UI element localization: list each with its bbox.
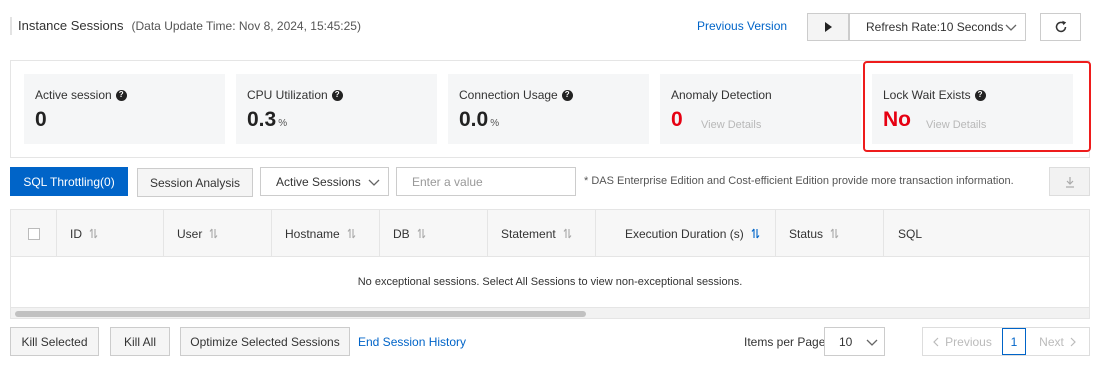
footer: Kill Selected Kill All Optimize Selected… xyxy=(10,327,1090,357)
download-icon xyxy=(1065,176,1074,188)
view-details-link[interactable]: View Details xyxy=(701,119,761,131)
sessions-table: ID User Hostname DB Statement Execution … xyxy=(10,209,1090,319)
optimize-sessions-button[interactable]: Optimize Selected Sessions xyxy=(180,327,350,356)
column-header-sql: SQL xyxy=(898,226,923,241)
data-update-time: (Data Update Time: Nov 8, 2024, 15:45:25… xyxy=(131,19,361,33)
metric-card-lock-wait: Lock Wait Exists? No View Details xyxy=(872,74,1073,144)
reload-button[interactable] xyxy=(1040,13,1081,41)
page-number-button[interactable]: 1 xyxy=(1002,328,1026,355)
refresh-rate-value: Refresh Rate:10 Seconds xyxy=(866,20,1004,34)
help-icon[interactable]: ? xyxy=(974,89,986,101)
table-header: ID User Hostname DB Statement Execution … xyxy=(11,210,1089,257)
chevron-down-icon xyxy=(866,339,878,346)
metric-unit: % xyxy=(278,118,288,129)
chevron-right-icon xyxy=(1070,337,1076,346)
chevron-left-icon xyxy=(933,337,939,346)
help-icon[interactable]: ? xyxy=(115,89,127,101)
sort-icon[interactable] xyxy=(89,228,98,239)
page-title: Instance Sessions xyxy=(18,18,124,33)
select-all-checkbox[interactable] xyxy=(27,227,40,240)
sessions-filter-select[interactable]: Active Sessions xyxy=(260,167,389,196)
metric-card-cpu-utilization: CPU Utilization? 0.3% xyxy=(236,74,437,144)
chevron-down-icon xyxy=(1005,24,1017,31)
play-icon xyxy=(824,22,832,32)
column-header-execution-duration[interactable]: Execution Duration (s) xyxy=(596,210,776,257)
sort-icon[interactable] xyxy=(209,228,218,239)
items-per-page-select[interactable]: 10 xyxy=(824,327,885,356)
items-per-page-label: Items per Page xyxy=(744,335,826,349)
column-header-status[interactable]: Status xyxy=(776,210,884,257)
next-page-button[interactable]: Next xyxy=(1026,328,1089,355)
column-header-id[interactable]: ID xyxy=(57,210,164,257)
chevron-down-icon xyxy=(368,179,380,186)
metric-value: No xyxy=(883,108,911,131)
kill-selected-button[interactable]: Kill Selected xyxy=(10,327,99,356)
search-input[interactable] xyxy=(396,167,576,196)
scrollbar-thumb[interactable] xyxy=(15,311,586,317)
column-header-user[interactable]: User xyxy=(164,210,272,257)
help-icon[interactable]: ? xyxy=(561,89,573,101)
metric-label: Lock Wait Exists xyxy=(883,88,971,102)
sort-icon[interactable] xyxy=(563,228,572,239)
metric-card-active-session: Active session? 0 xyxy=(24,74,225,144)
metric-label: Connection Usage xyxy=(459,88,558,102)
sort-icon[interactable] xyxy=(751,228,760,239)
sql-throttling-button[interactable]: SQL Throttling(0) xyxy=(10,167,128,196)
metric-card-anomaly-detection: Anomaly Detection 0 View Details xyxy=(660,74,861,144)
column-header-statement[interactable]: Statement xyxy=(488,210,596,257)
metric-value: 0.3% xyxy=(247,108,288,131)
download-button[interactable] xyxy=(1049,167,1090,196)
title-group: Instance Sessions (Data Update Time: Nov … xyxy=(10,17,361,35)
items-per-page-value: 10 xyxy=(839,334,853,349)
metric-label: CPU Utilization xyxy=(247,88,328,102)
metric-value: 0 xyxy=(671,108,683,131)
play-button[interactable] xyxy=(807,13,849,41)
refresh-rate-select[interactable]: Refresh Rate:10 Seconds xyxy=(849,13,1026,41)
edition-note: * DAS Enterprise Edition and Cost-effici… xyxy=(584,175,1014,187)
sort-icon[interactable] xyxy=(347,228,356,239)
metric-label: Anomaly Detection xyxy=(671,88,772,102)
toolbar: SQL Throttling(0) Session Analysis Activ… xyxy=(10,167,1090,197)
metric-unit: % xyxy=(490,118,500,129)
metrics-panel: Active session? 0 CPU Utilization? 0.3% … xyxy=(10,60,1090,158)
previous-page-button[interactable]: Previous xyxy=(923,328,1002,355)
sort-icon[interactable] xyxy=(417,228,426,239)
header: Instance Sessions (Data Update Time: Nov … xyxy=(0,0,1100,52)
session-analysis-button[interactable]: Session Analysis xyxy=(137,168,253,197)
metric-label: Active session xyxy=(35,88,112,102)
metric-value: 0 xyxy=(35,108,47,131)
empty-message: No exceptional sessions. Select All Sess… xyxy=(357,276,743,288)
metric-value: 0.0% xyxy=(459,108,500,131)
end-session-history-link[interactable]: End Session History xyxy=(358,335,466,349)
help-icon[interactable]: ? xyxy=(331,89,343,101)
reload-icon xyxy=(1055,20,1066,33)
kill-all-button[interactable]: Kill All xyxy=(110,327,170,356)
view-details-link[interactable]: View Details xyxy=(926,119,986,131)
pagination: Previous 1 Next xyxy=(922,327,1090,356)
horizontal-scrollbar[interactable] xyxy=(11,307,1089,318)
sessions-filter-value: Active Sessions xyxy=(276,174,361,189)
previous-version-link[interactable]: Previous Version xyxy=(697,19,787,33)
column-header-db[interactable]: DB xyxy=(380,210,488,257)
sort-icon[interactable] xyxy=(830,228,839,239)
select-all-cell xyxy=(11,210,57,257)
metric-card-connection-usage: Connection Usage? 0.0% xyxy=(448,74,649,144)
column-header-hostname[interactable]: Hostname xyxy=(272,210,380,257)
